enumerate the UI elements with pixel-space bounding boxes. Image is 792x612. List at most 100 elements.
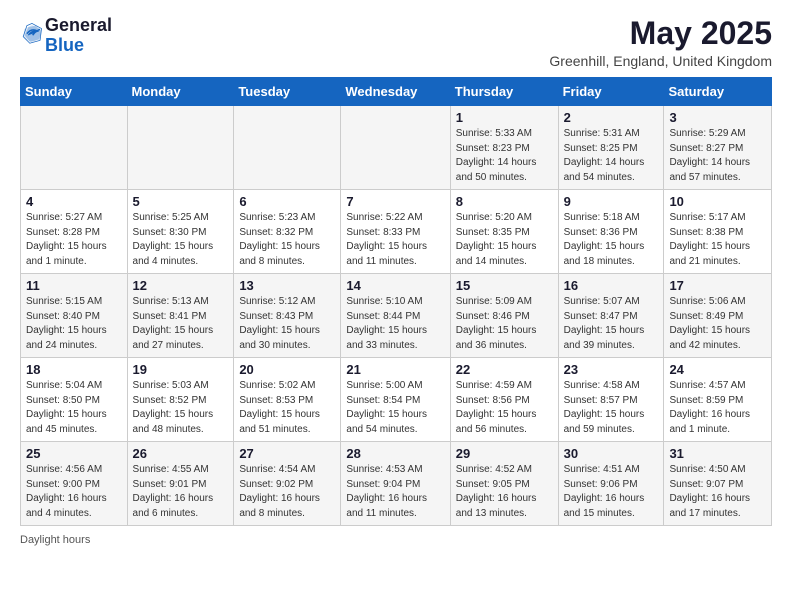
day-number: 10: [669, 194, 766, 209]
day-info: Sunrise: 5:22 AM Sunset: 8:33 PM Dayligh…: [346, 211, 444, 269]
calendar-cell: 9Sunrise: 5:18 AM Sunset: 8:36 PM Daylig…: [558, 190, 664, 274]
day-info: Sunrise: 5:02 AM Sunset: 8:53 PM Dayligh…: [239, 379, 335, 437]
week-row-3: 11 Sunrise: 5:15 AM Sunset: 8:40 PM Dayli…: [21, 274, 772, 358]
week-row-2: 4 Sunrise: 5:27 AM Sunset: 8:28 PM Daylig…: [21, 190, 772, 274]
day-info: Sunrise: 4:55 AM Sunset: 9:01 PM Dayligh…: [133, 463, 229, 521]
day-number: 14: [346, 278, 444, 293]
day-info: Sunrise: 5:15 AM Sunset: 8:40 PM Dayligh…: [26, 295, 122, 353]
calendar-cell: 30 Sunrise: 4:51 AM Sunset: 9:06 PM Dayli…: [558, 442, 664, 526]
day-number: 19: [133, 362, 229, 377]
day-number: 20: [239, 362, 335, 377]
header: General Blue May 2025 Greenhill, England…: [20, 16, 772, 69]
calendar-cell: [341, 106, 450, 190]
day-info: Sunrise: 4:52 AM Sunset: 9:05 PM Dayligh…: [456, 463, 553, 521]
day-number: 4: [26, 194, 122, 209]
calendar-cell: 20 Sunrise: 5:02 AM Sunset: 8:53 PM Dayli…: [234, 358, 341, 442]
day-number: 7: [346, 194, 444, 209]
day-info: Sunrise: 5:29 AM Sunset: 8:27 PM Dayligh…: [669, 127, 766, 185]
day-info: Sunrise: 5:06 AM Sunset: 8:49 PM Dayligh…: [669, 295, 766, 353]
day-number: 25: [26, 446, 122, 461]
calendar-cell: 25 Sunrise: 4:56 AM Sunset: 9:00 PM Dayli…: [21, 442, 128, 526]
calendar-cell: [21, 106, 128, 190]
calendar-cell: 29Sunrise: 4:52 AM Sunset: 9:05 PM Dayli…: [450, 442, 558, 526]
calendar-cell: 22 Sunrise: 4:59 AM Sunset: 8:56 PM Dayli…: [450, 358, 558, 442]
day-info: Sunrise: 5:33 AM Sunset: 8:23 PM Dayligh…: [456, 127, 553, 185]
day-info: Sunrise: 5:00 AM Sunset: 8:54 PM Dayligh…: [346, 379, 444, 437]
day-number: 30: [564, 446, 659, 461]
calendar-cell: 21 Sunrise: 5:00 AM Sunset: 8:54 PM Dayli…: [341, 358, 450, 442]
calendar-cell: 13Sunrise: 5:12 AM Sunset: 8:43 PM Dayli…: [234, 274, 341, 358]
day-number: 31: [669, 446, 766, 461]
daylight-label: Daylight hours: [20, 534, 90, 546]
calendar-cell: [234, 106, 341, 190]
logo-icon: [21, 22, 43, 44]
calendar-cell: 31Sunrise: 4:50 AM Sunset: 9:07 PM Dayli…: [664, 442, 772, 526]
day-info: Sunrise: 5:20 AM Sunset: 8:35 PM Dayligh…: [456, 211, 553, 269]
logo: General Blue: [20, 16, 112, 56]
title-block: May 2025 Greenhill, England, United King…: [549, 16, 772, 69]
calendar-cell: 7 Sunrise: 5:22 AM Sunset: 8:33 PM Daylig…: [341, 190, 450, 274]
calendar-cell: 1 Sunrise: 5:33 AM Sunset: 8:23 PM Daylig…: [450, 106, 558, 190]
day-number: 16: [564, 278, 659, 293]
calendar-cell: 11 Sunrise: 5:15 AM Sunset: 8:40 PM Dayli…: [21, 274, 128, 358]
calendar-cell: 6 Sunrise: 5:23 AM Sunset: 8:32 PM Daylig…: [234, 190, 341, 274]
week-row-4: 18 Sunrise: 5:04 AM Sunset: 8:50 PM Dayli…: [21, 358, 772, 442]
day-number: 23: [564, 362, 659, 377]
day-number: 2: [564, 110, 659, 125]
weekday-header-wednesday: Wednesday: [341, 78, 450, 106]
calendar-cell: 12Sunrise: 5:13 AM Sunset: 8:41 PM Dayli…: [127, 274, 234, 358]
weekday-header-sunday: Sunday: [21, 78, 128, 106]
day-info: Sunrise: 5:27 AM Sunset: 8:28 PM Dayligh…: [26, 211, 122, 269]
day-info: Sunrise: 4:51 AM Sunset: 9:06 PM Dayligh…: [564, 463, 659, 521]
calendar-cell: 16 Sunrise: 5:07 AM Sunset: 8:47 PM Dayli…: [558, 274, 664, 358]
day-number: 18: [26, 362, 122, 377]
calendar-cell: 14 Sunrise: 5:10 AM Sunset: 8:44 PM Dayli…: [341, 274, 450, 358]
day-info: Sunrise: 4:54 AM Sunset: 9:02 PM Dayligh…: [239, 463, 335, 521]
page: General Blue May 2025 Greenhill, England…: [0, 0, 792, 612]
calendar-table: SundayMondayTuesdayWednesdayThursdayFrid…: [20, 77, 772, 526]
calendar-cell: 17 Sunrise: 5:06 AM Sunset: 8:49 PM Dayli…: [664, 274, 772, 358]
day-number: 15: [456, 278, 553, 293]
day-info: Sunrise: 5:23 AM Sunset: 8:32 PM Dayligh…: [239, 211, 335, 269]
day-info: Sunrise: 4:57 AM Sunset: 8:59 PM Dayligh…: [669, 379, 766, 437]
calendar-cell: 10Sunrise: 5:17 AM Sunset: 8:38 PM Dayli…: [664, 190, 772, 274]
calendar-cell: 18 Sunrise: 5:04 AM Sunset: 8:50 PM Dayli…: [21, 358, 128, 442]
day-number: 3: [669, 110, 766, 125]
calendar-cell: 27 Sunrise: 4:54 AM Sunset: 9:02 PM Dayli…: [234, 442, 341, 526]
subtitle: Greenhill, England, United Kingdom: [549, 53, 772, 69]
calendar-cell: 5Sunrise: 5:25 AM Sunset: 8:30 PM Daylig…: [127, 190, 234, 274]
weekday-header-tuesday: Tuesday: [234, 78, 341, 106]
day-number: 1: [456, 110, 553, 125]
calendar-cell: 26Sunrise: 4:55 AM Sunset: 9:01 PM Dayli…: [127, 442, 234, 526]
calendar-cell: 28Sunrise: 4:53 AM Sunset: 9:04 PM Dayli…: [341, 442, 450, 526]
weekday-header-row: SundayMondayTuesdayWednesdayThursdayFrid…: [21, 78, 772, 106]
logo-text: General Blue: [45, 16, 112, 56]
day-number: 6: [239, 194, 335, 209]
calendar-cell: 15 Sunrise: 5:09 AM Sunset: 8:46 PM Dayli…: [450, 274, 558, 358]
calendar-cell: 4 Sunrise: 5:27 AM Sunset: 8:28 PM Daylig…: [21, 190, 128, 274]
day-number: 22: [456, 362, 553, 377]
calendar-cell: 3 Sunrise: 5:29 AM Sunset: 8:27 PM Daylig…: [664, 106, 772, 190]
day-info: Sunrise: 4:59 AM Sunset: 8:56 PM Dayligh…: [456, 379, 553, 437]
day-number: 11: [26, 278, 122, 293]
day-info: Sunrise: 5:03 AM Sunset: 8:52 PM Dayligh…: [133, 379, 229, 437]
day-number: 9: [564, 194, 659, 209]
weekday-header-saturday: Saturday: [664, 78, 772, 106]
footer: Daylight hours: [20, 534, 772, 546]
day-number: 12: [133, 278, 229, 293]
day-info: Sunrise: 5:04 AM Sunset: 8:50 PM Dayligh…: [26, 379, 122, 437]
day-number: 21: [346, 362, 444, 377]
week-row-5: 25 Sunrise: 4:56 AM Sunset: 9:00 PM Dayli…: [21, 442, 772, 526]
day-info: Sunrise: 5:09 AM Sunset: 8:46 PM Dayligh…: [456, 295, 553, 353]
day-info: Sunrise: 5:10 AM Sunset: 8:44 PM Dayligh…: [346, 295, 444, 353]
logo-general: General: [45, 15, 112, 35]
day-info: Sunrise: 5:31 AM Sunset: 8:25 PM Dayligh…: [564, 127, 659, 185]
calendar-cell: 19 Sunrise: 5:03 AM Sunset: 8:52 PM Dayli…: [127, 358, 234, 442]
day-number: 17: [669, 278, 766, 293]
weekday-header-thursday: Thursday: [450, 78, 558, 106]
day-info: Sunrise: 4:56 AM Sunset: 9:00 PM Dayligh…: [26, 463, 122, 521]
day-info: Sunrise: 5:12 AM Sunset: 8:43 PM Dayligh…: [239, 295, 335, 353]
calendar-cell: 2 Sunrise: 5:31 AM Sunset: 8:25 PM Daylig…: [558, 106, 664, 190]
day-info: Sunrise: 5:07 AM Sunset: 8:47 PM Dayligh…: [564, 295, 659, 353]
day-number: 27: [239, 446, 335, 461]
